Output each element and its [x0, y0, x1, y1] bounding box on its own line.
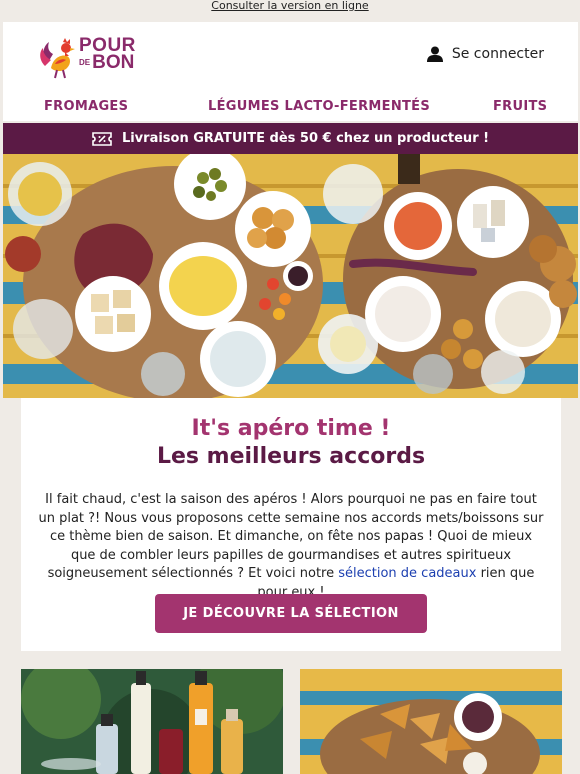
login-label: Se connecter: [451, 46, 544, 62]
view-online-link[interactable]: Consulter la version en ligne: [0, 0, 580, 12]
title-line-1: It's apéro time !: [191, 416, 391, 441]
hero-image-apero-table[interactable]: [3, 154, 578, 398]
main-content-card: It's apéro time ! Les meilleurs accords …: [21, 398, 561, 651]
product-card-snacks[interactable]: [300, 669, 562, 774]
nav-item-fromages[interactable]: FROMAGES: [44, 99, 128, 114]
user-icon: [426, 46, 443, 62]
nav-item-legumes[interactable]: LÉGUMES LACTO-FERMENTÉS: [208, 99, 430, 114]
delivery-ticket-icon: [92, 131, 112, 146]
rooster-icon: [40, 38, 75, 79]
snacks-photo: [300, 669, 562, 774]
intro-paragraph: Il fait chaud, c'est la saison des apéro…: [37, 491, 545, 602]
logo-word-de: DE: [79, 58, 91, 67]
title-line-2: Les meilleurs accords: [156, 444, 426, 469]
drinks-photo: [21, 669, 283, 774]
header: POUR DE BON Se connecter FROMAGES LÉGUMES…: [3, 22, 578, 121]
hero-illustration: [3, 154, 578, 398]
banner-text: Livraison GRATUITE dès 50 € chez un prod…: [121, 131, 490, 146]
discover-selection-button[interactable]: JE DÉCOUVRE LA SÉLECTION: [155, 594, 427, 633]
pour-de-bon-logo[interactable]: POUR DE BON: [39, 34, 149, 80]
product-card-drinks[interactable]: [21, 669, 283, 774]
nav-item-fruits[interactable]: FRUITS: [493, 99, 547, 114]
main-title: It's apéro time ! Les meilleurs accords: [21, 415, 561, 471]
login-link[interactable]: Se connecter: [426, 46, 544, 62]
logo-word-bon: BON: [92, 52, 135, 74]
free-delivery-banner[interactable]: Livraison GRATUITE dès 50 € chez un prod…: [3, 123, 578, 154]
gift-selection-link[interactable]: sélection de cadeaux: [338, 566, 476, 581]
